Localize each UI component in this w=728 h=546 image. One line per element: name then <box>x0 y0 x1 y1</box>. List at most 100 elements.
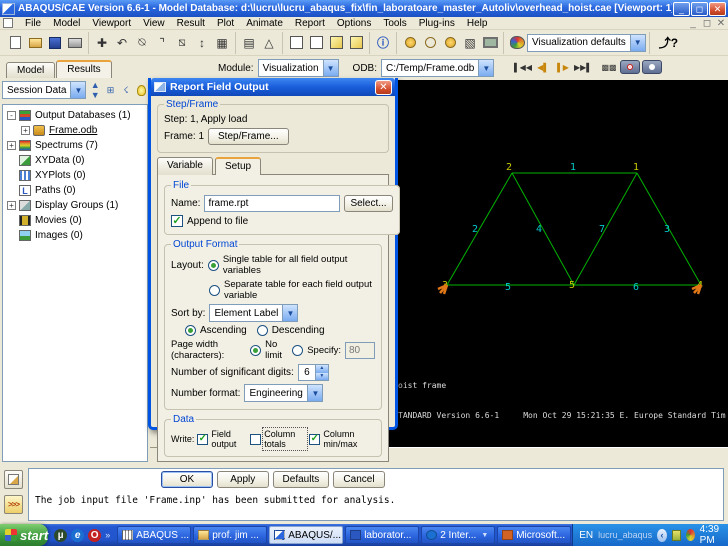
tab-variable[interactable]: Variable <box>157 157 213 175</box>
tab-setup[interactable]: Setup <box>215 157 261 175</box>
start-button[interactable]: start <box>0 524 48 546</box>
task-powerpoint[interactable]: Microsoft... <box>497 526 571 544</box>
shaded-render-icon[interactable] <box>327 34 345 52</box>
tree-item-frame-odb[interactable]: + Frame.odb <box>7 123 147 138</box>
chevron-down-icon[interactable]: ▼ <box>479 532 490 539</box>
tray-app-icon[interactable] <box>672 530 681 541</box>
dialog-close-button[interactable]: ✕ <box>375 80 392 95</box>
command-line-button[interactable]: >>> <box>4 495 23 514</box>
menu-viewport[interactable]: Viewport <box>86 18 137 29</box>
tree-item-images[interactable]: Images (0) <box>7 228 147 243</box>
chevron-down-icon[interactable]: ▼ <box>630 35 645 51</box>
rotate-view-icon[interactable]: ↶ <box>113 34 131 52</box>
descending-radio[interactable] <box>257 325 268 336</box>
tree-item-xyplots[interactable]: XYPlots (0) <box>7 168 147 183</box>
menu-model[interactable]: Model <box>47 18 86 29</box>
menu-plugins[interactable]: Plug-ins <box>413 18 461 29</box>
tab-results[interactable]: Results <box>56 60 111 79</box>
fit-view-icon[interactable]: ⧅ <box>173 34 191 52</box>
layout-single-radio[interactable] <box>208 260 219 271</box>
menu-tools[interactable]: Tools <box>377 18 412 29</box>
sort-by-select[interactable]: Element Label ▼ <box>209 304 298 322</box>
sig-digits-stepper[interactable]: 6 ▲▼ <box>298 364 329 381</box>
menu-options[interactable]: Options <box>331 18 377 29</box>
mdi-restore-button[interactable]: ◻ <box>700 18 714 29</box>
task-internet-group[interactable]: 2 Inter... ▼ <box>421 526 495 544</box>
previous-frame-button[interactable]: ◀▌ <box>534 59 552 75</box>
contour-toggle-icon[interactable] <box>401 34 419 52</box>
menu-file[interactable]: File <box>19 18 47 29</box>
report-name-input[interactable] <box>204 195 340 212</box>
next-frame-button[interactable]: ▌▶ <box>554 59 572 75</box>
tree-item-display-groups[interactable]: + Display Groups (1) <box>7 198 147 213</box>
language-indicator[interactable]: EN <box>579 530 593 541</box>
close-button[interactable]: ✕ <box>709 2 726 16</box>
render-beam-profiles-icon[interactable]: ▤ <box>240 34 258 52</box>
field-output-checkbox[interactable]: ✓ <box>197 434 208 445</box>
viewport-layout-icon[interactable]: ▧ <box>461 34 479 52</box>
utorrent-icon[interactable]: µ <box>54 529 67 542</box>
specify-width-input[interactable] <box>345 342 375 359</box>
link-viewport-icon[interactable]: ☇ <box>119 83 132 97</box>
last-frame-button[interactable]: ▶▶▌ <box>574 59 592 75</box>
task-folder-prof-jim[interactable]: prof. jim ... <box>193 526 267 544</box>
hide-tray-icons-icon[interactable]: ‹ <box>657 529 667 542</box>
menu-report[interactable]: Report <box>289 18 331 29</box>
chevron-down-icon[interactable]: ▼ <box>70 82 85 98</box>
tree-item-output-databases[interactable]: - Output Databases (1) <box>7 108 147 123</box>
quick-launch-overflow-icon[interactable]: » <box>105 530 110 540</box>
specify-radio[interactable] <box>292 345 303 356</box>
column-minmax-checkbox[interactable]: ✓ <box>309 434 320 445</box>
mdi-minimize-button[interactable]: _ <box>686 18 700 29</box>
select-file-button[interactable]: Select... <box>344 195 392 212</box>
chevron-down-icon[interactable]: ▼ <box>282 305 297 321</box>
new-file-icon[interactable] <box>6 34 24 52</box>
chevron-down-icon[interactable]: ▼ <box>478 60 493 76</box>
tree-item-spectrums[interactable]: + Spectrums (7) <box>7 138 147 153</box>
monitor-icon[interactable] <box>481 34 499 52</box>
pan-view-icon[interactable]: ✚ <box>93 34 111 52</box>
sort-tree-icon[interactable]: ▲▼ <box>88 83 101 97</box>
snapshot-button[interactable] <box>642 60 662 74</box>
no-limit-radio[interactable] <box>250 345 261 356</box>
print-icon[interactable] <box>66 34 84 52</box>
task-abaqus-cae[interactable]: ABAQUS/... <box>269 526 343 544</box>
column-totals-checkbox[interactable] <box>250 434 261 445</box>
apply-button[interactable]: Apply <box>217 471 269 488</box>
tree-item-movies[interactable]: Movies (0) <box>7 213 147 228</box>
views-toolbox-icon[interactable]: ▦ <box>213 34 231 52</box>
expand-toggle-icon[interactable]: + <box>7 141 16 150</box>
menu-animate[interactable]: Animate <box>240 18 289 29</box>
task-abaqus-docs[interactable]: ABAQUS ... <box>117 526 191 544</box>
color-mapping-select[interactable]: Visualization defaults ▼ <box>527 34 646 52</box>
menu-help[interactable]: Help <box>461 18 494 29</box>
opera-icon[interactable]: O <box>88 529 101 542</box>
menu-view[interactable]: View <box>137 18 171 29</box>
minimize-button[interactable]: _ <box>673 2 690 16</box>
record-animation-button[interactable] <box>620 60 640 74</box>
animation-options-icon[interactable]: ▩▩ <box>600 59 618 75</box>
zoom-box-icon[interactable]: ⌝ <box>153 34 171 52</box>
perspective-icon[interactable]: △ <box>260 34 278 52</box>
message-manager-button[interactable] <box>4 470 23 489</box>
symbol-toggle-icon[interactable] <box>421 34 439 52</box>
module-select[interactable]: Visualization ▼ <box>258 59 339 77</box>
chevron-down-icon[interactable]: ▼ <box>307 385 322 401</box>
hidden-line-render-icon[interactable] <box>307 34 325 52</box>
append-to-file-checkbox[interactable]: ✓ <box>171 215 183 227</box>
menu-plot[interactable]: Plot <box>211 18 240 29</box>
wireframe-render-icon[interactable] <box>287 34 305 52</box>
lightbulb-icon[interactable] <box>135 83 148 97</box>
dialog-title-bar[interactable]: Report Field Output ✕ <box>151 78 395 96</box>
session-data-select[interactable]: Session Data ▼ <box>2 81 86 99</box>
tree-item-xydata[interactable]: XYData (0) <box>7 153 147 168</box>
stepper-up-icon[interactable]: ▲ <box>316 365 328 373</box>
internet-explorer-icon[interactable]: e <box>71 529 84 542</box>
cycle-views-icon[interactable]: ↕ <box>193 34 211 52</box>
save-icon[interactable] <box>46 34 64 52</box>
cancel-button[interactable]: Cancel <box>333 471 385 488</box>
number-format-select[interactable]: Engineering ▼ <box>244 384 323 402</box>
chevron-down-icon[interactable]: ▼ <box>323 60 338 76</box>
tree-item-paths[interactable]: L Paths (0) <box>7 183 147 198</box>
taskbar-clock[interactable]: 4:39 PM <box>700 524 728 546</box>
